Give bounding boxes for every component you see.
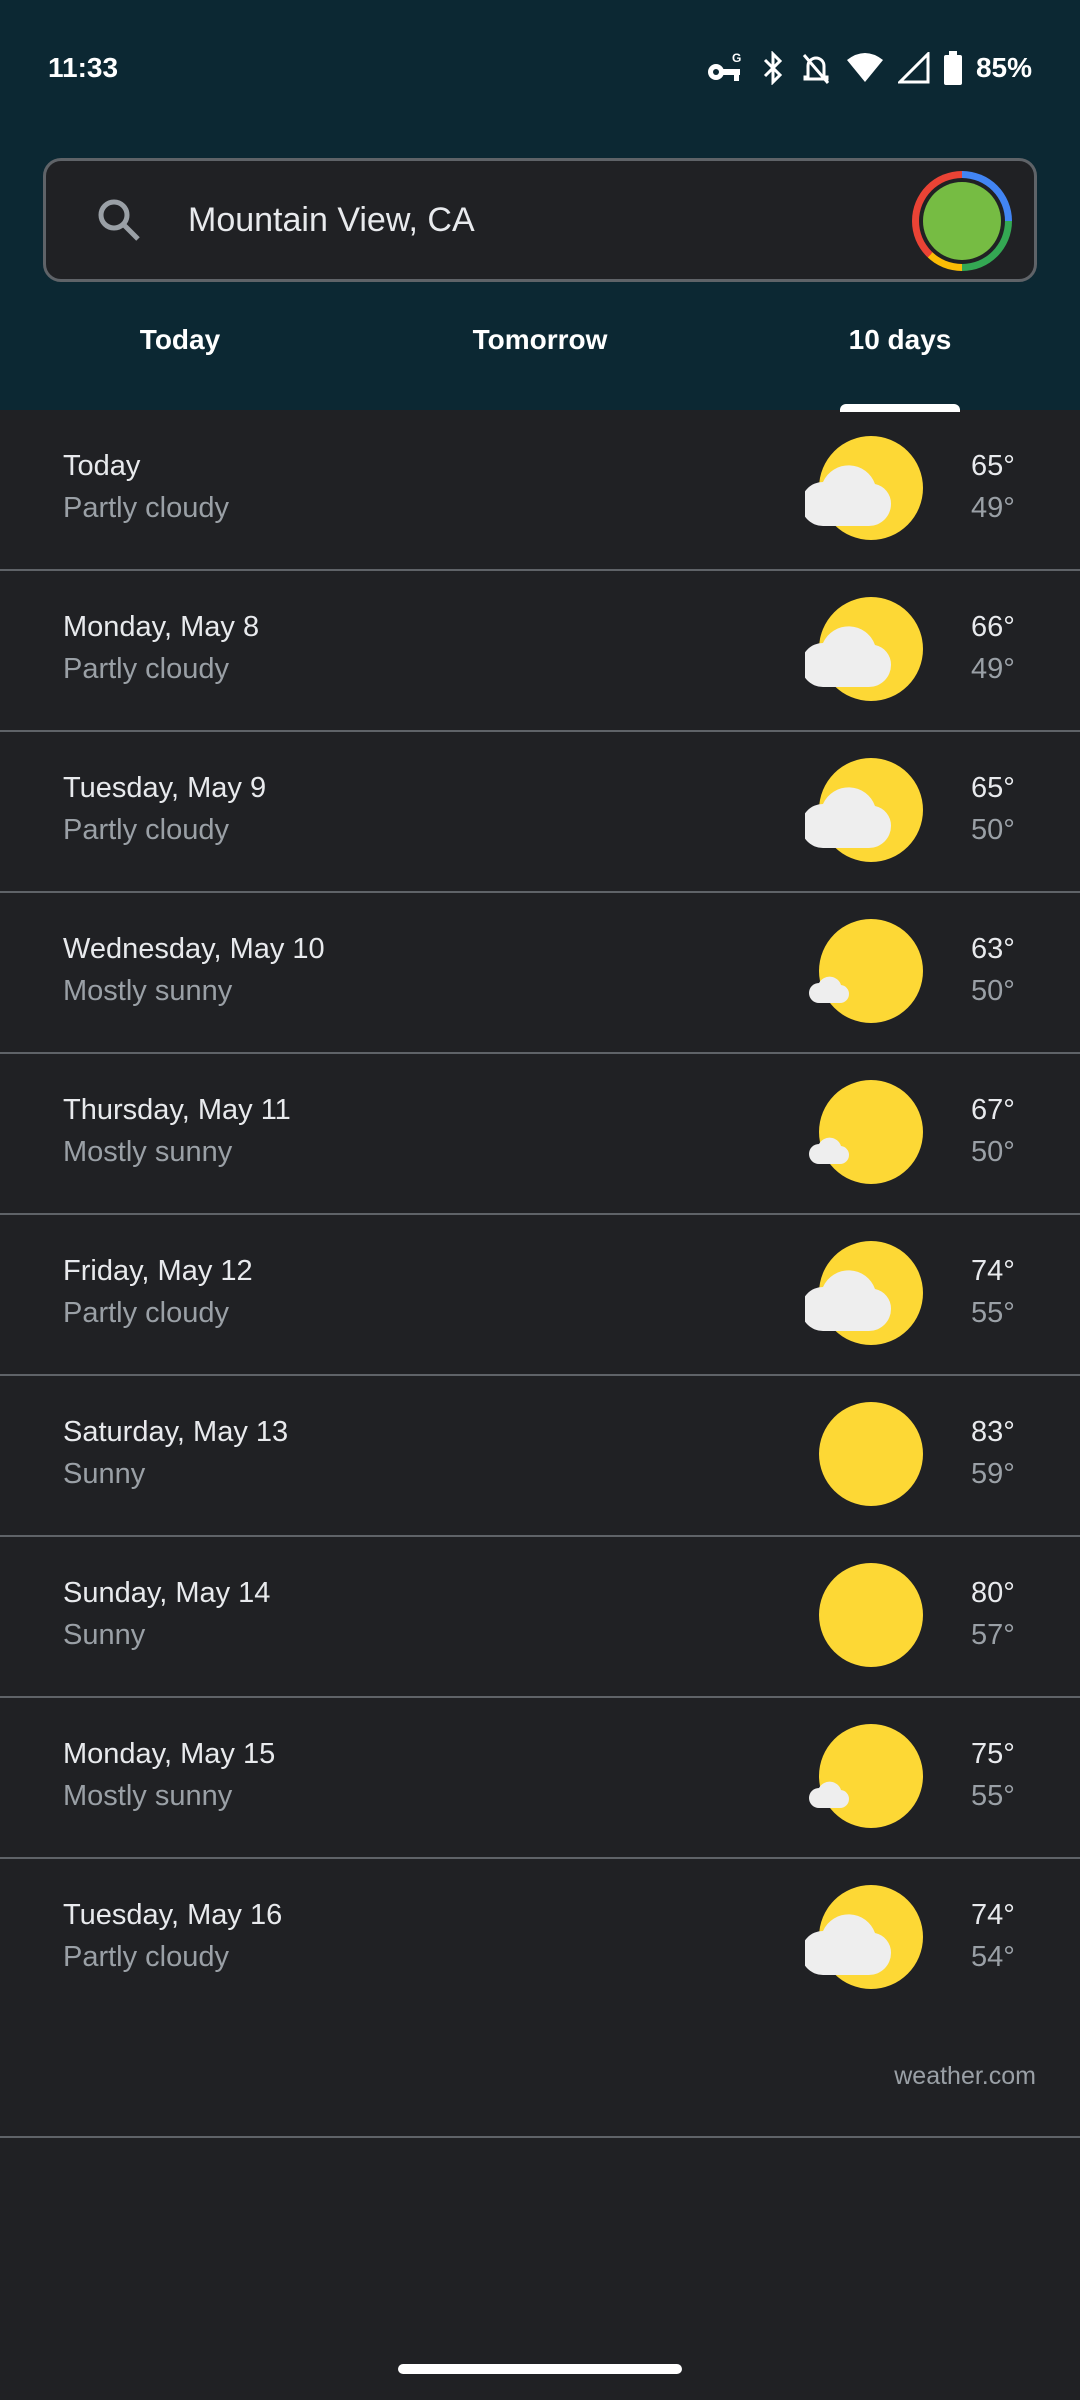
high-temp: 65°	[971, 772, 1015, 804]
day-label: Monday, May 15	[63, 1738, 276, 1770]
battery-percent: 85%	[975, 52, 1032, 83]
mostly-sunny-icon	[809, 1080, 923, 1184]
condition-label: Sunny	[63, 1619, 146, 1651]
day-label: Friday, May 12	[63, 1255, 253, 1287]
low-temp: 55°	[971, 1780, 1015, 1812]
forecast-row[interactable]: Tuesday, May 9 Partly cloudy 65° 50°	[0, 732, 1080, 893]
forecast-row[interactable]: Monday, May 8 Partly cloudy 66° 49°	[0, 571, 1080, 732]
source-link[interactable]: weather.com	[894, 2062, 1036, 2091]
mostly-sunny-icon	[809, 1724, 923, 1828]
forecast-row[interactable]: Monday, May 15 Mostly sunny 75° 55°	[0, 1698, 1080, 1859]
search-icon[interactable]	[94, 195, 144, 245]
condition-label: Sunny	[63, 1458, 146, 1490]
partly-cloudy-icon	[805, 597, 923, 701]
high-temp: 74°	[971, 1899, 1015, 1931]
high-temp: 74°	[971, 1255, 1015, 1287]
condition-label: Partly cloudy	[63, 1297, 230, 1329]
wifi-icon	[846, 53, 883, 82]
condition-label: Partly cloudy	[63, 1941, 230, 1973]
forecast-row[interactable]: Sunday, May 14 Sunny 80° 57°	[0, 1537, 1080, 1698]
high-temp: 67°	[971, 1094, 1015, 1126]
low-temp: 50°	[971, 1136, 1015, 1168]
sunny-icon	[819, 1402, 923, 1506]
tab-label: Tomorrow	[472, 324, 608, 355]
bluetooth-icon	[763, 51, 783, 85]
forecast-row[interactable]: Saturday, May 13 Sunny 83° 59°	[0, 1376, 1080, 1537]
low-temp: 55°	[971, 1297, 1015, 1329]
high-temp: 75°	[971, 1738, 1015, 1770]
partly-cloudy-icon	[805, 1241, 923, 1345]
battery-icon	[943, 51, 962, 85]
search-input[interactable]: Mountain View, CA	[188, 201, 475, 240]
low-temp: 54°	[971, 1941, 1015, 1973]
forecast-row[interactable]: Today Partly cloudy 65° 49°	[0, 410, 1080, 571]
vpn-key-icon: G	[707, 51, 741, 81]
high-temp: 66°	[971, 611, 1015, 643]
partly-cloudy-icon	[805, 758, 923, 862]
day-label: Tuesday, May 9	[63, 772, 267, 804]
forecast-row[interactable]: Thursday, May 11 Mostly sunny 67° 50°	[0, 1054, 1080, 1215]
high-temp: 80°	[971, 1577, 1015, 1609]
low-temp: 49°	[971, 653, 1015, 685]
svg-text:G: G	[732, 51, 741, 65]
forecast-row[interactable]: Tuesday, May 16 Partly cloudy 74° 54°	[0, 1859, 1080, 2020]
tab-bar: Today Tomorrow 10 days	[0, 318, 1080, 412]
tab-today[interactable]: Today	[0, 318, 360, 408]
low-temp: 50°	[971, 975, 1015, 1007]
condition-label: Partly cloudy	[63, 653, 230, 685]
search-bar[interactable]: Mountain View, CA	[43, 158, 1037, 282]
account-avatar[interactable]	[912, 171, 1012, 271]
day-label: Wednesday, May 10	[63, 933, 325, 965]
high-temp: 65°	[971, 450, 1015, 482]
home-indicator[interactable]	[398, 2364, 682, 2374]
high-temp: 63°	[971, 933, 1015, 965]
day-label: Tuesday, May 16	[63, 1899, 283, 1931]
forecast-list: Today Partly cloudy 65° 49° Monday, May 8…	[0, 410, 1080, 2020]
day-label: Thursday, May 11	[63, 1094, 291, 1126]
low-temp: 50°	[971, 814, 1015, 846]
cellular-signal-icon	[897, 52, 930, 84]
low-temp: 49°	[971, 492, 1015, 524]
partly-cloudy-icon	[805, 1885, 923, 1989]
tab-label: 10 days	[848, 324, 952, 355]
condition-label: Mostly sunny	[63, 1136, 233, 1168]
header: 11:33 G 85% Mountain View, CA Today Tomo…	[0, 0, 1080, 412]
status-bar: 11:33 G 85%	[48, 46, 1032, 90]
low-temp: 59°	[971, 1458, 1015, 1490]
condition-label: Partly cloudy	[63, 492, 230, 524]
partly-cloudy-icon	[805, 436, 923, 540]
mostly-sunny-icon	[809, 919, 923, 1023]
high-temp: 83°	[971, 1416, 1015, 1448]
sunny-icon	[819, 1563, 923, 1667]
tab-tomorrow[interactable]: Tomorrow	[360, 318, 720, 408]
day-label: Sunday, May 14	[63, 1577, 271, 1609]
condition-label: Partly cloudy	[63, 814, 230, 846]
condition-label: Mostly sunny	[63, 1780, 233, 1812]
condition-label: Mostly sunny	[63, 975, 233, 1007]
forecast-row[interactable]: Friday, May 12 Partly cloudy 74° 55°	[0, 1215, 1080, 1376]
clock: 11:33	[48, 52, 119, 83]
tab-label: Today	[139, 324, 221, 355]
low-temp: 57°	[971, 1619, 1015, 1651]
notifications-off-icon	[802, 54, 830, 84]
divider	[0, 2136, 1080, 2138]
day-label: Saturday, May 13	[63, 1416, 289, 1448]
day-label: Monday, May 8	[63, 611, 260, 643]
day-label: Today	[63, 450, 141, 482]
forecast-row[interactable]: Wednesday, May 10 Mostly sunny 63° 50°	[0, 893, 1080, 1054]
tab-10-days[interactable]: 10 days	[720, 318, 1080, 412]
